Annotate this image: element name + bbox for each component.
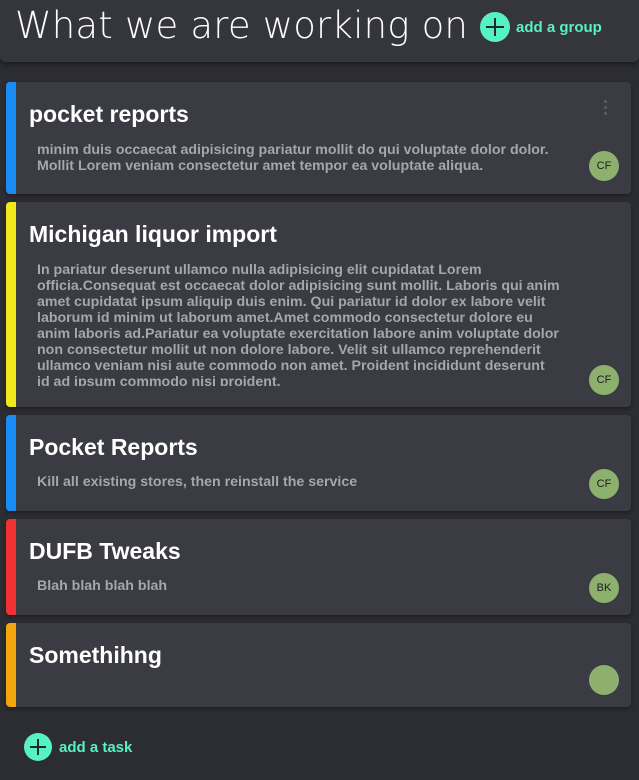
task-color-stripe — [6, 519, 16, 615]
task-card-dufb-tweaks[interactable]: DUFB Tweaks Blah blah blah blah BK — [6, 519, 631, 615]
assignee-avatar[interactable]: CF — [589, 151, 619, 181]
add-group-button[interactable]: add a group — [480, 12, 602, 42]
task-card-somethihng[interactable]: Somethihng — [6, 623, 631, 707]
assignee-avatar[interactable]: CF — [589, 365, 619, 395]
more-vertical-icon[interactable] — [603, 100, 607, 116]
task-title: Somethihng — [29, 642, 162, 668]
task-card-pocket-reports[interactable]: pocket reports minim duis occaecat adipi… — [6, 82, 631, 194]
page-title: What we are working on — [15, 4, 469, 47]
add-task-label[interactable]: add a task — [59, 739, 132, 756]
task-card-pocket-reports-2[interactable]: Pocket Reports Kill all existing stores,… — [6, 415, 631, 511]
add-group-label[interactable]: add a group — [516, 19, 602, 36]
plus-circle-icon[interactable] — [24, 733, 52, 761]
task-description: Blah blah blah blah — [37, 578, 168, 594]
task-title: Michigan liquor import — [29, 221, 277, 247]
task-description: In pariatur deserunt ullamco nulla adipi… — [37, 262, 560, 386]
plus-circle-icon[interactable] — [480, 12, 510, 42]
task-color-stripe — [6, 415, 16, 511]
assignee-avatar[interactable] — [589, 665, 619, 695]
task-title: pocket reports — [29, 101, 189, 127]
task-color-stripe — [6, 82, 16, 194]
assignee-avatar[interactable]: CF — [589, 469, 619, 499]
task-description: Kill all existing stores, then reinstall… — [37, 474, 358, 490]
task-card-michigan-liquor-import[interactable]: Michigan liquor import In pariatur deser… — [6, 202, 631, 407]
add-task-button[interactable]: add a task — [24, 733, 132, 761]
page-header: What we are working on add a group — [0, 0, 639, 62]
task-title: DUFB Tweaks — [29, 538, 181, 564]
task-description: minim duis occaecat adipisicing pariatur… — [37, 142, 549, 174]
task-color-stripe — [6, 202, 16, 407]
task-title: Pocket Reports — [29, 434, 198, 460]
task-color-stripe — [6, 623, 16, 707]
assignee-avatar[interactable]: BK — [589, 573, 619, 603]
